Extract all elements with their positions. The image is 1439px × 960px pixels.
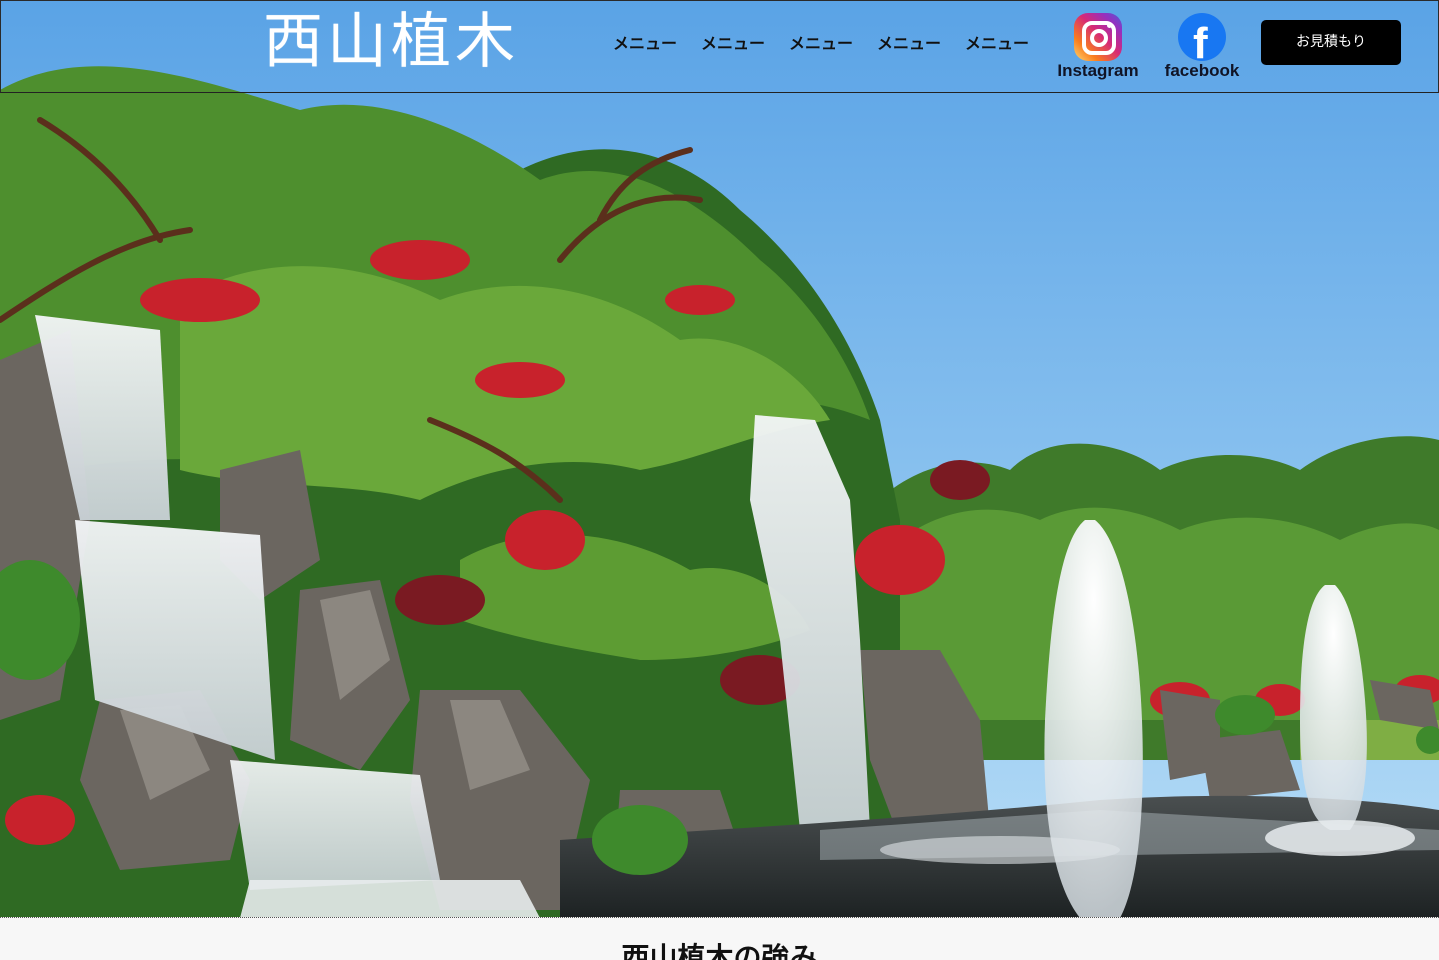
facebook-icon: f <box>1178 13 1226 61</box>
nav-item-menu-3[interactable]: メニュー <box>789 31 877 57</box>
garden-scene <box>0 0 1439 917</box>
nav-item-menu-2[interactable]: メニュー <box>701 31 789 57</box>
nav-item-menu-4[interactable]: メニュー <box>877 31 965 57</box>
hero-image <box>0 0 1439 918</box>
section-title: 西山植木の強み <box>621 941 818 960</box>
facebook-link[interactable]: f facebook <box>1163 13 1241 81</box>
facebook-label: facebook <box>1164 61 1240 80</box>
instagram-link[interactable]: Instagram <box>1057 13 1139 81</box>
site-logo[interactable]: 西山植木 <box>263 7 519 77</box>
nav-item-menu-1[interactable]: メニュー <box>613 31 701 57</box>
instagram-label: Instagram <box>1057 61 1139 80</box>
site-header: 西山植木 メニュー メニュー メニュー メニュー メニュー Instagram … <box>0 0 1439 93</box>
nav-item-menu-5[interactable]: メニュー <box>965 31 1053 57</box>
instagram-icon <box>1074 13 1122 61</box>
main-nav: メニュー メニュー メニュー メニュー メニュー <box>613 31 1053 57</box>
quote-button[interactable]: お見積もり <box>1261 20 1401 65</box>
